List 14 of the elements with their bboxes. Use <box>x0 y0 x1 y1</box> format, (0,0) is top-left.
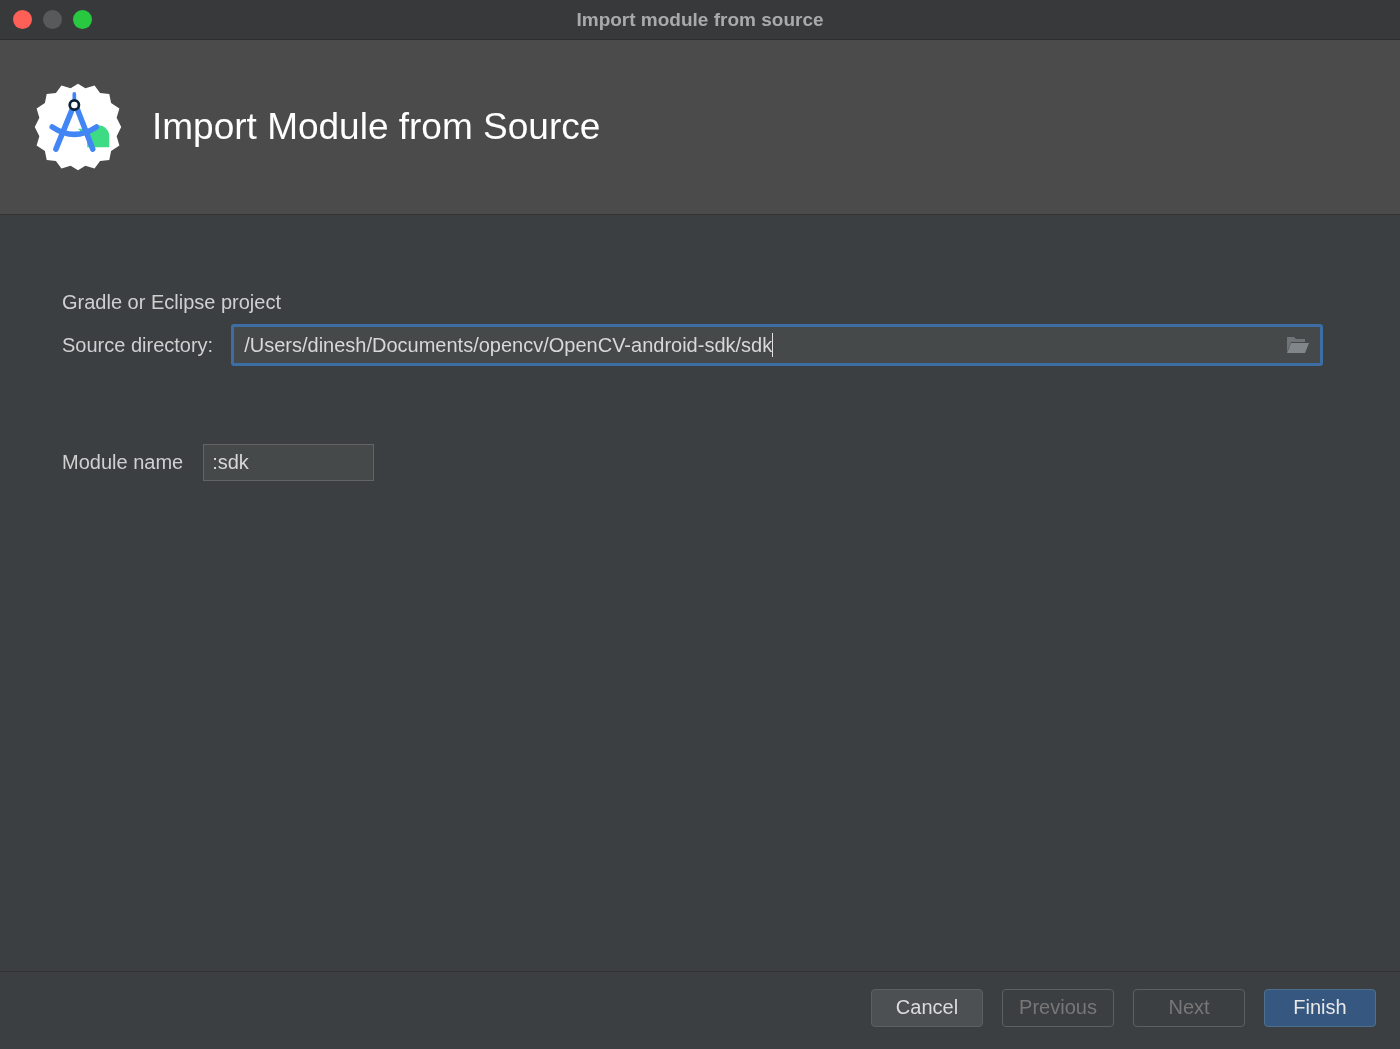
field-label: Source directory: <box>62 333 214 357</box>
dialog-button[interactable]: Cancel <box>871 988 983 1027</box>
source-directory-field[interactable]: /Users/dinesh/Documents/opencv/OpenCV-android-sdk/sdk <box>231 324 1324 366</box>
dialog-heading: Import Module from Source <box>152 106 601 148</box>
zoom-button[interactable] <box>73 10 92 29</box>
dialog-button[interactable]: Finish <box>1264 988 1376 1027</box>
folder-icon[interactable] <box>1286 336 1311 354</box>
field-label: Module name <box>62 451 184 474</box>
compass-logo-icon <box>32 81 124 173</box>
section-label: Gradle or Eclipse project <box>62 291 282 314</box>
close-button[interactable] <box>13 10 32 29</box>
module-name-field[interactable]: :sdk <box>203 444 375 481</box>
window-title: Import module from source <box>576 8 824 31</box>
text-cursor <box>772 333 774 357</box>
